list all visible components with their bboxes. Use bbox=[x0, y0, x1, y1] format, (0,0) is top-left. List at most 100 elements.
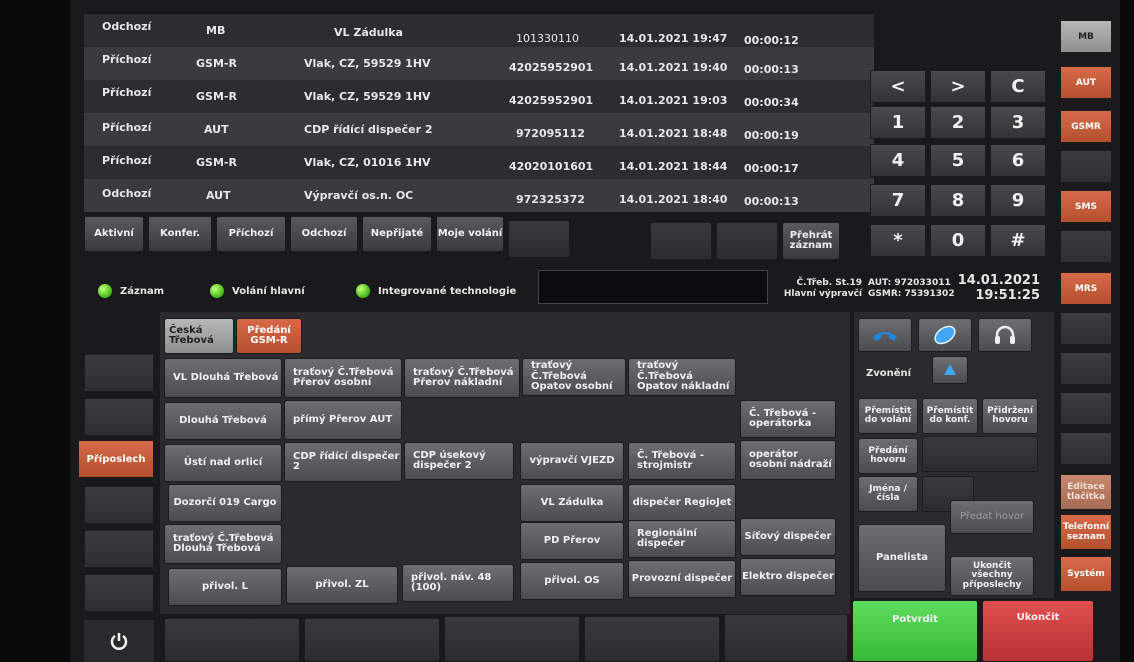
keypad-1[interactable]: 1 bbox=[870, 106, 926, 139]
names-numbers-button[interactable]: Jména / čísla bbox=[858, 476, 918, 512]
speed-dial-tratovy-opatov-nakladni[interactable]: traťový Č.Třebová Opatov nákladní bbox=[628, 358, 736, 396]
keypad-left[interactable]: < bbox=[870, 70, 926, 103]
keypad-9[interactable]: 9 bbox=[990, 184, 1046, 217]
keypad-7[interactable]: 7 bbox=[870, 184, 926, 217]
mode-gsmr-button[interactable]: GSMR bbox=[1060, 110, 1112, 143]
speed-dial-dozorci-cargo[interactable]: Dozorčí 019 Cargo bbox=[168, 484, 282, 522]
empty-left-button[interactable] bbox=[84, 530, 154, 568]
mode-aut-button[interactable]: AUT bbox=[1060, 66, 1112, 99]
end-all-listening-button[interactable]: Ukončit všechny příposlechy bbox=[950, 556, 1034, 596]
speed-dial-privol-os[interactable]: přivol. OS bbox=[520, 562, 624, 600]
ringer-button[interactable] bbox=[932, 356, 968, 384]
empty-left-button[interactable] bbox=[84, 574, 154, 612]
transfer-call-button[interactable]: Předání hovoru bbox=[858, 438, 918, 474]
speed-dial-dispecer-regiojet[interactable]: dispečer RegioJet bbox=[628, 484, 736, 522]
table-row[interactable]: Příchozí GSM-R Vlak, CZ, 01016 1HV 42020… bbox=[84, 146, 874, 179]
end-call-button[interactable]: Ukončit bbox=[982, 600, 1094, 662]
speed-dial-primy-prerov-aut[interactable]: přímý Přerov AUT bbox=[284, 400, 402, 440]
speed-dial-tratovy-prerov-osobni[interactable]: traťový Č.Třebová Přerov osobní bbox=[284, 358, 402, 398]
speed-dial-vypravci-vjezd[interactable]: výpravčí VJEZD bbox=[520, 442, 624, 480]
table-row[interactable]: Odchozí AUT Výpravčí os.n. OC 972325372 … bbox=[84, 179, 874, 212]
handset-button[interactable] bbox=[858, 318, 912, 352]
transfer-call-disabled-button[interactable]: Předat hovor bbox=[950, 500, 1034, 534]
speed-dial-elektro-dispecer[interactable]: Elektro dispečer bbox=[740, 558, 836, 596]
empty-left-button[interactable] bbox=[84, 486, 154, 524]
keypad-8[interactable]: 8 bbox=[930, 184, 986, 217]
speed-dial-provozni-dispecer[interactable]: Provozní dispečer bbox=[628, 560, 736, 598]
keypad-clear[interactable]: C bbox=[990, 70, 1046, 103]
speed-dial-pd-prerov[interactable]: PD Přerov bbox=[520, 522, 624, 560]
speed-dial-cdp-usekovy[interactable]: CDP úsekový dispečer 2 bbox=[404, 442, 514, 480]
empty-button[interactable] bbox=[508, 220, 570, 258]
empty-bottom-button[interactable] bbox=[584, 616, 720, 662]
speed-dial-vl-zadulka[interactable]: VL Zádulka bbox=[520, 484, 624, 522]
power-button[interactable] bbox=[84, 620, 154, 662]
move-to-conference-button[interactable]: Přemístit do konf. bbox=[922, 398, 978, 434]
empty-bottom-button[interactable] bbox=[164, 618, 300, 662]
speed-dial-tratovy-opatov-osobni[interactable]: traťový Č.Třebová Opatov osobní bbox=[522, 358, 626, 396]
keypad-6[interactable]: 6 bbox=[990, 144, 1046, 177]
edit-buttons-button[interactable]: Editace tlačítka bbox=[1060, 474, 1112, 510]
system-button[interactable]: Systém bbox=[1060, 556, 1112, 592]
speed-dial-vl-dlouha-trebova[interactable]: VL Dlouhá Třebová bbox=[164, 358, 282, 398]
filter-conference-button[interactable]: Konfer. bbox=[148, 216, 212, 252]
speed-dial-strojmistr[interactable]: Č. Třebová - strojmistr bbox=[628, 442, 736, 480]
keypad-4[interactable]: 4 bbox=[870, 144, 926, 177]
confirm-button[interactable]: Potvrdit bbox=[852, 600, 978, 662]
speed-dial-operatorka[interactable]: Č. Třebová - operátorka bbox=[740, 400, 836, 438]
panelist-button[interactable]: Panelista bbox=[858, 524, 946, 592]
empty-button[interactable] bbox=[716, 222, 778, 260]
speed-dial-regionalni-dispecer[interactable]: Regionální dispečer bbox=[628, 520, 736, 558]
empty-bottom-button[interactable] bbox=[724, 614, 848, 662]
speed-dial-dlouha-trebova[interactable]: Dlouhá Třebová bbox=[164, 402, 282, 440]
empty-side-button[interactable] bbox=[1060, 352, 1112, 385]
filter-missed-button[interactable]: Nepřijaté bbox=[362, 216, 432, 252]
keypad-2[interactable]: 2 bbox=[930, 106, 986, 139]
table-row[interactable]: Příchozí AUT CDP řídící dispečer 2 97209… bbox=[84, 113, 874, 146]
empty-button[interactable] bbox=[650, 222, 712, 260]
empty-side-button[interactable] bbox=[1060, 392, 1112, 425]
tab-predani-gsmr[interactable]: Předání GSM-R bbox=[236, 318, 302, 354]
hold-call-button[interactable]: Přidržení hovoru bbox=[982, 398, 1038, 434]
table-row[interactable]: Příchozí GSM-R Vlak, CZ, 59529 1HV 42025… bbox=[84, 47, 874, 80]
speed-dial-tratovy-dlouha-trebova[interactable]: traťový Č.Třebová Dlouhá Třebová bbox=[164, 524, 282, 564]
filter-outgoing-button[interactable]: Odchozí bbox=[290, 216, 358, 252]
filter-my-calls-button[interactable]: Moje volání bbox=[436, 216, 504, 252]
headset-button[interactable] bbox=[978, 318, 1032, 352]
play-recording-button[interactable]: Přehrát záznam bbox=[782, 222, 840, 260]
speed-dial-privol-nav-48[interactable]: přivol. náv. 48 (100) bbox=[402, 564, 514, 602]
table-row[interactable]: Příchozí GSM-R Vlak, CZ, 59529 1HV 42025… bbox=[84, 80, 874, 113]
speaker-button[interactable] bbox=[918, 318, 972, 352]
filter-active-button[interactable]: Aktivní bbox=[84, 216, 144, 252]
filter-incoming-button[interactable]: Příchozí bbox=[216, 216, 286, 252]
empty-bottom-button[interactable] bbox=[304, 618, 440, 662]
speed-dial-cdp-ridici[interactable]: CDP řídící dispečer 2 bbox=[284, 442, 402, 482]
sms-button[interactable]: SMS bbox=[1060, 190, 1112, 223]
empty-left-button[interactable] bbox=[84, 398, 154, 436]
speed-dial-privol-zl[interactable]: přivol. ZL bbox=[286, 566, 398, 604]
empty-left-button[interactable] bbox=[84, 354, 154, 392]
speed-dial-privol-l[interactable]: přivol. L bbox=[168, 568, 282, 606]
speed-dial-usti-nad-orlici[interactable]: Ústí nad orlicí bbox=[164, 444, 282, 482]
empty-side-button[interactable] bbox=[1060, 230, 1112, 263]
keypad-0[interactable]: 0 bbox=[930, 224, 986, 257]
empty-bottom-button[interactable] bbox=[444, 616, 580, 662]
speed-dial-tratovy-prerov-nakladni[interactable]: traťový Č.Třebová Přerov nákladní bbox=[404, 358, 520, 398]
empty-call-button[interactable] bbox=[922, 436, 1038, 472]
empty-side-button[interactable] bbox=[1060, 150, 1112, 183]
move-to-call-button[interactable]: Přemístit do volání bbox=[858, 398, 918, 434]
tab-ceska-trebova[interactable]: Česká Třebová bbox=[164, 318, 234, 354]
empty-side-button[interactable] bbox=[1060, 432, 1112, 465]
mrs-button[interactable]: MRS bbox=[1060, 272, 1112, 305]
phonebook-button[interactable]: Telefonní seznam bbox=[1060, 514, 1112, 550]
keypad-hash[interactable]: # bbox=[990, 224, 1046, 257]
keypad-right[interactable]: > bbox=[930, 70, 986, 103]
empty-side-button[interactable] bbox=[1060, 312, 1112, 345]
keypad-star[interactable]: * bbox=[870, 224, 926, 257]
speed-dial-sitovy-dispecer[interactable]: Síťový dispečer bbox=[740, 518, 836, 556]
mode-mb-button[interactable]: MB bbox=[1060, 20, 1112, 53]
listen-in-button[interactable]: Příposlech bbox=[78, 440, 154, 478]
table-row[interactable]: Odchozí MB VL Zádulka 101330110 14.01.20… bbox=[84, 14, 874, 47]
keypad-5[interactable]: 5 bbox=[930, 144, 986, 177]
speed-dial-operator-osobni[interactable]: operátor osobní nádraží bbox=[740, 440, 836, 480]
